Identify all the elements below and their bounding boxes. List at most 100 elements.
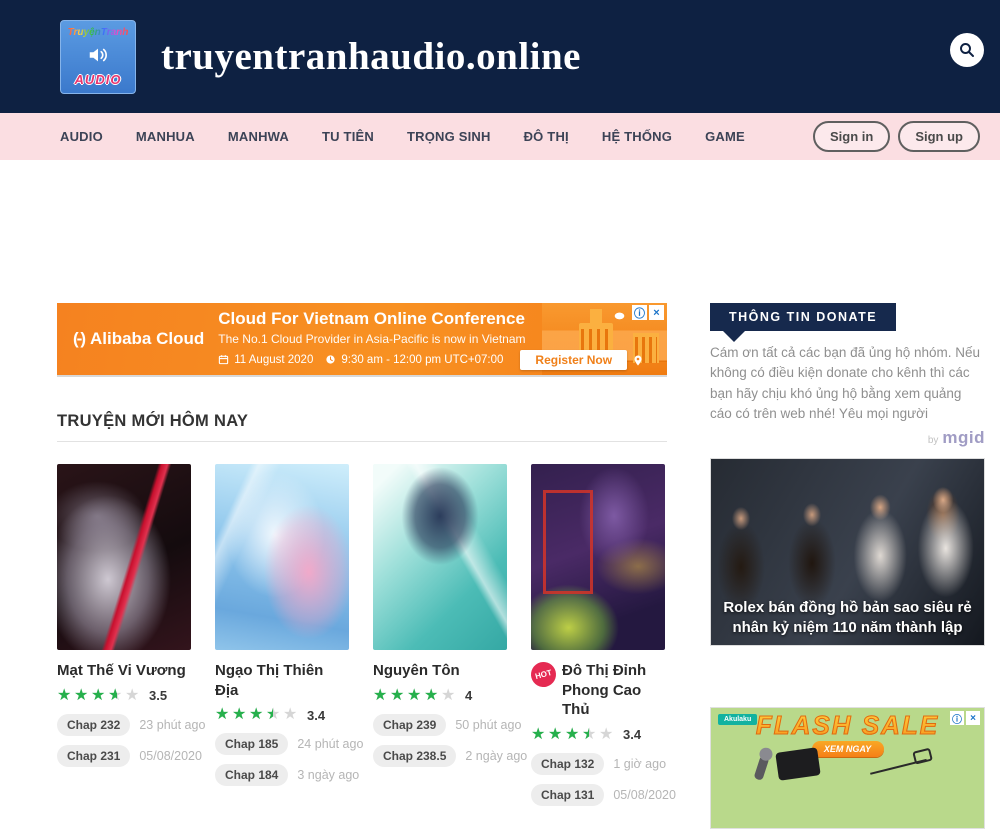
- star-fill-glyph: ★: [91, 687, 108, 705]
- comic-cards-row: Mạt Thế Vi Vương ★★★★★★★★★3.5 Chap 232 23 p…: [57, 464, 667, 806]
- nav-item-manhwa[interactable]: MANHWA: [228, 129, 289, 144]
- star-fill-glyph: ★: [108, 687, 117, 705]
- star-fill-glyph: ★: [232, 706, 249, 724]
- alibaba-ad-banner[interactable]: (-) Alibaba Cloud Cloud For Vietnam Onli…: [57, 303, 667, 377]
- star-icon: ★: [283, 706, 300, 724]
- nav-item-he-thong[interactable]: HỆ THỐNG: [602, 129, 672, 144]
- auth-buttons: Sign in Sign up: [813, 121, 980, 152]
- banner-date: 11 August 2020: [234, 354, 313, 366]
- comic-title[interactable]: Ngạo Thị Thiên Địa: [215, 661, 349, 700]
- chapter-chip[interactable]: Chap 231: [57, 745, 130, 767]
- star-icon: ★★: [91, 687, 108, 705]
- site-title[interactable]: truyentranhaudio.online: [161, 34, 581, 79]
- star-icon: ★★: [249, 706, 266, 724]
- star-fill-glyph: ★: [565, 726, 582, 744]
- nav-item-game[interactable]: GAME: [705, 129, 745, 144]
- star-fill-glyph: ★: [407, 687, 424, 705]
- comic-title[interactable]: Mạt Thế Vi Vương: [57, 661, 186, 681]
- star-icon: ★★: [531, 726, 548, 744]
- hot-badge: HOT: [528, 659, 559, 690]
- adchoices-info-icon[interactable]: ⓘ: [632, 305, 647, 320]
- sign-up-button[interactable]: Sign up: [898, 121, 980, 152]
- rating-value: 3.4: [623, 727, 641, 742]
- chapter-time: 50 phút ago: [455, 718, 521, 732]
- chapter-row: Chap 23105/08/2020: [57, 745, 191, 767]
- chapter-time: 23 phút ago: [139, 718, 205, 732]
- comic-card: HOTĐô Thị Đỉnh Phong Cao Thủ★★★★★★★★★3.4…: [531, 464, 665, 806]
- star-fill-glyph: ★: [249, 706, 266, 724]
- star-icon: ★★: [373, 687, 390, 705]
- rating-value: 4: [465, 688, 472, 703]
- mgid-by-label: by: [928, 435, 939, 446]
- flash-sale-ad[interactable]: Akulaku FLASH SALE XEM NGAY ⓘ ×: [710, 707, 985, 829]
- donate-ribbon: THÔNG TIN DONATE: [710, 303, 896, 331]
- chapter-chip[interactable]: Chap 238.5: [373, 745, 456, 767]
- comic-cover[interactable]: [57, 464, 191, 650]
- nav-item-đo-thi[interactable]: ĐÔ THỊ: [524, 129, 569, 144]
- chapter-chip[interactable]: Chap 185: [215, 733, 288, 755]
- nav-item-tu-tien[interactable]: TU TIÊN: [322, 129, 374, 144]
- rolex-ad-caption[interactable]: Rolex bán đồng hồ bản sao siêu rẻ nhân k…: [711, 598, 984, 645]
- chapter-row: Chap 23950 phút ago: [373, 714, 507, 736]
- chapter-row: Chap 13105/08/2020: [531, 784, 665, 806]
- nav-item-manhua[interactable]: MANHUA: [136, 129, 195, 144]
- chapter-chip[interactable]: Chap 131: [531, 784, 604, 806]
- comic-cover[interactable]: [373, 464, 507, 650]
- star-fill-glyph: ★: [390, 687, 407, 705]
- sign-in-button[interactable]: Sign in: [813, 121, 890, 152]
- site-header: TruyệnTranh AUDIO truyentranhaudio.onlin…: [0, 0, 1000, 113]
- speaker-icon: [86, 44, 110, 66]
- chapter-chip[interactable]: Chap 239: [373, 714, 446, 736]
- star-icon: ★★: [407, 687, 424, 705]
- star-icon: ★★: [565, 726, 582, 744]
- search-button[interactable]: [950, 33, 984, 67]
- clock-icon: [325, 354, 336, 365]
- star-icon: ★: [599, 726, 616, 744]
- star-icon: ★★: [108, 687, 125, 705]
- star-fill-glyph: ★: [424, 687, 441, 705]
- adchoices-info-icon[interactable]: ⓘ: [950, 711, 964, 725]
- adchoices-controls: ⓘ ×: [950, 711, 980, 725]
- rating-stars: ★★★★★★★★★3.4: [215, 706, 349, 724]
- register-now-button[interactable]: Register Now: [520, 350, 627, 370]
- star-base-glyph: ★: [599, 726, 613, 743]
- chapter-time: 05/08/2020: [139, 749, 202, 763]
- chapter-chip[interactable]: Chap 184: [215, 764, 288, 786]
- star-fill-glyph: ★: [548, 726, 565, 744]
- comic-card: Ngạo Thị Thiên Địa★★★★★★★★★3.4Chap 18524…: [215, 464, 349, 806]
- chapter-time: 2 ngày ago: [465, 749, 527, 763]
- mgid-logo[interactable]: mgid: [942, 428, 985, 448]
- comic-cover[interactable]: [215, 464, 349, 650]
- adchoices-close-icon[interactable]: ×: [649, 305, 664, 320]
- star-base-glyph: ★: [441, 687, 455, 704]
- calendar-icon: [218, 354, 229, 365]
- comic-card: Mạt Thế Vi Vương★★★★★★★★★3.5Chap 23223 p…: [57, 464, 191, 806]
- nav-item-audio[interactable]: AUDIO: [60, 129, 103, 144]
- star-icon: ★★: [57, 687, 74, 705]
- star-icon: ★★: [266, 706, 283, 724]
- rating-value: 3.4: [307, 708, 325, 723]
- rating-stars: ★★★★★★★★★3.5: [57, 687, 191, 705]
- xem-ngay-button[interactable]: XEM NGAY: [812, 741, 884, 757]
- comic-cover[interactable]: [531, 464, 665, 650]
- banner-headline: Cloud For Vietnam Online Conference: [218, 309, 643, 329]
- site-logo[interactable]: TruyệnTranh AUDIO: [60, 20, 136, 94]
- chapter-chip[interactable]: Chap 132: [531, 753, 604, 775]
- chapter-chip[interactable]: Chap 232: [57, 714, 130, 736]
- comic-title[interactable]: Đô Thị Đỉnh Phong Cao Thủ: [562, 661, 665, 720]
- nav-item-trong-sinh[interactable]: TRỌNG SINH: [407, 129, 491, 144]
- rolex-native-ad[interactable]: Rolex bán đồng hồ bản sao siêu rẻ nhân k…: [710, 458, 985, 646]
- section-title: TRUYỆN MỚI HÔM NAY: [57, 412, 667, 431]
- comic-title[interactable]: Nguyên Tôn: [373, 661, 460, 681]
- main-navbar: AUDIO MANHUA MANHWA TU TIÊN TRỌNG SINH ĐÔ THỊ…: [0, 113, 1000, 160]
- comic-title-row: Mạt Thế Vi Vương: [57, 661, 191, 681]
- adchoices-close-icon[interactable]: ×: [966, 711, 980, 725]
- chapter-time: 24 phút ago: [297, 737, 363, 751]
- chapter-row: Chap 1321 giờ ago: [531, 753, 665, 775]
- rating-stars: ★★★★★★★★★3.4: [531, 726, 665, 744]
- section-divider: [57, 441, 667, 442]
- rating-stars: ★★★★★★★★★4: [373, 687, 507, 705]
- banner-time: 9:30 am - 12:00 pm UTC+07:00: [341, 354, 503, 366]
- microphone-product-image: [754, 755, 770, 781]
- chapter-time: 05/08/2020: [613, 788, 676, 802]
